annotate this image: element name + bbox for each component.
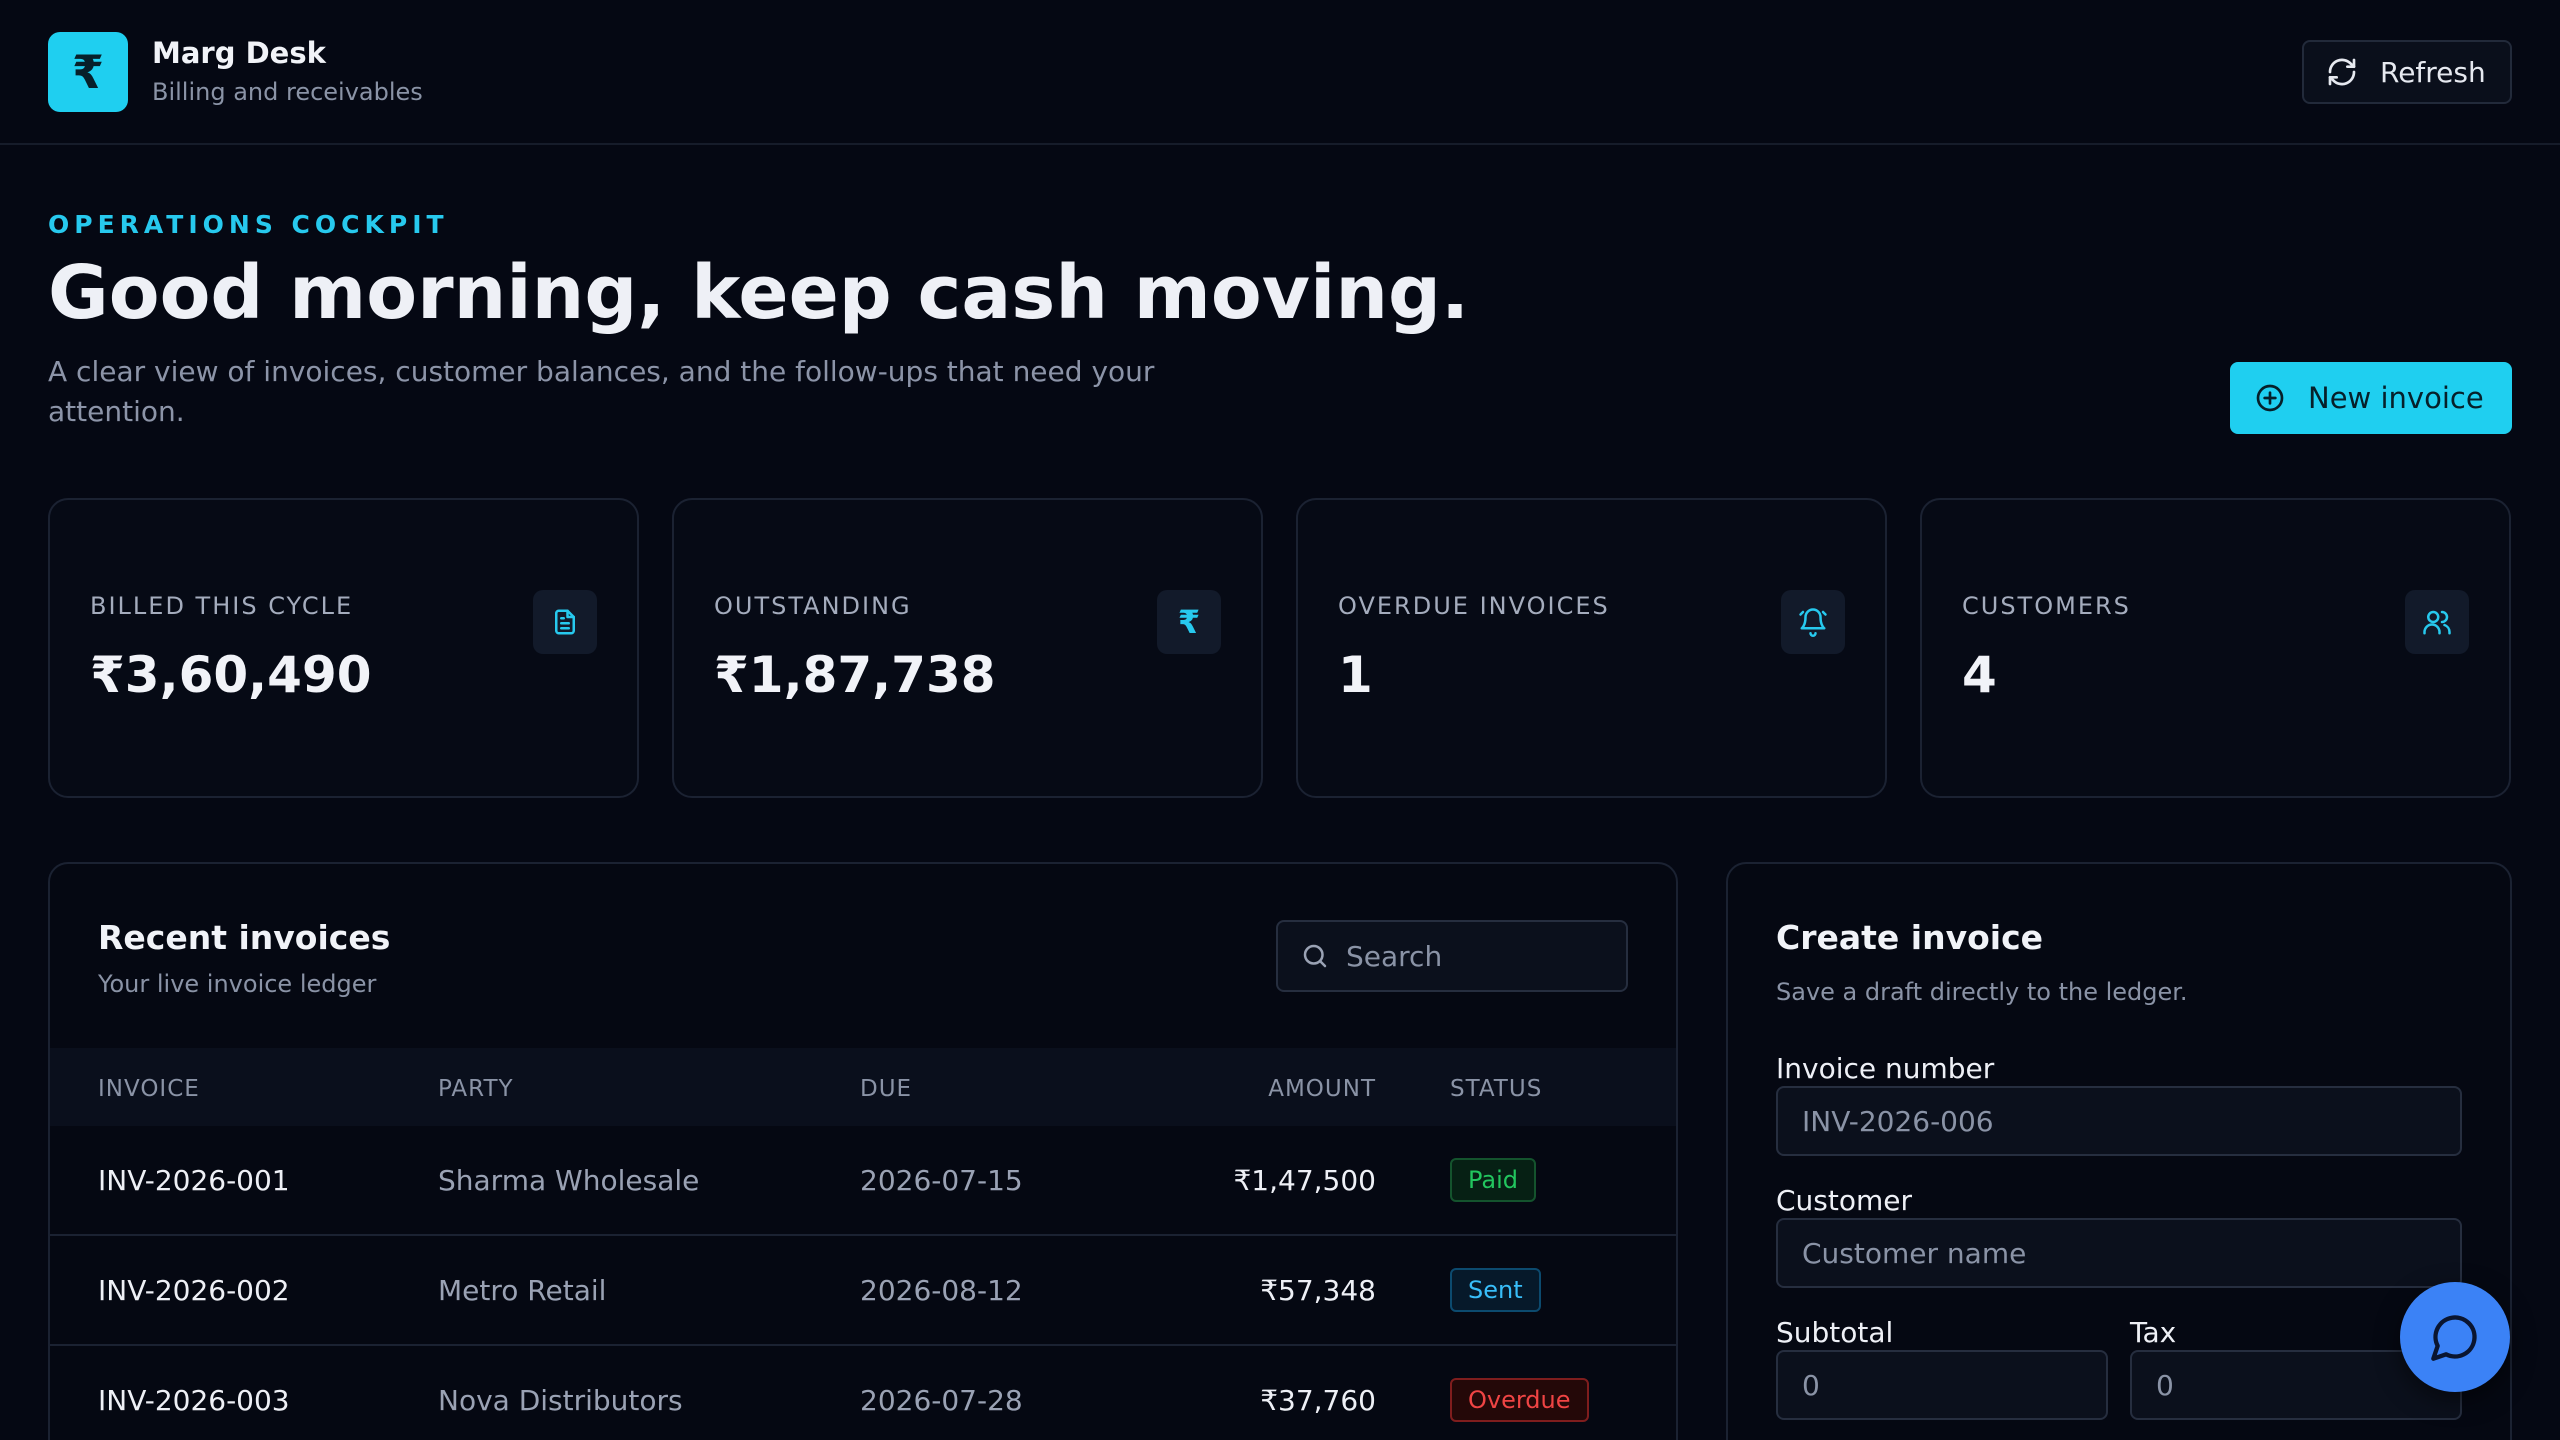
table-row[interactable]: INV-2026-003 Nova Distributors 2026-07-2… <box>50 1346 1676 1440</box>
section-eyebrow: OPERATIONS COCKPIT <box>48 210 449 239</box>
chat-button[interactable] <box>2400 1282 2510 1392</box>
invoice-party: Sharma Wholesale <box>438 1164 700 1197</box>
search-icon <box>1303 944 1327 968</box>
customer-field[interactable] <box>1776 1218 2462 1288</box>
customer-label: Customer <box>1776 1184 1913 1217</box>
app-header: ₹ Marg Desk Billing and receivables Refr… <box>0 0 2560 145</box>
stat-value: 1 <box>1338 646 1373 704</box>
status-badge: Paid <box>1450 1158 1537 1202</box>
new-invoice-label: New invoice <box>2308 381 2484 415</box>
bell-icon <box>1781 590 1845 654</box>
subtotal-label: Subtotal <box>1776 1316 1894 1349</box>
invoice-number-label: Invoice number <box>1776 1052 1995 1085</box>
search-box <box>1276 920 1628 992</box>
stat-value: 4 <box>1962 646 1997 704</box>
status-badge: Sent <box>1450 1268 1541 1312</box>
status-badge: Overdue <box>1450 1378 1589 1422</box>
plus-circle-icon <box>2256 384 2284 412</box>
panel-subtitle: Your live invoice ledger <box>98 970 377 998</box>
refresh-button[interactable]: Refresh <box>2302 40 2512 104</box>
chat-bubble-icon <box>2431 1315 2477 1361</box>
document-icon <box>533 590 597 654</box>
stat-card-billed: BILLED THIS CYCLE ₹3,60,490 <box>48 498 639 798</box>
search-input[interactable] <box>1346 939 1606 973</box>
stat-value: ₹1,87,738 <box>714 646 996 704</box>
app-name: Marg Desk <box>152 36 326 70</box>
column-header-invoice[interactable]: INVOICE <box>98 1076 200 1102</box>
stat-label: OUTSTANDING <box>714 592 912 620</box>
column-header-status[interactable]: STATUS <box>1450 1076 1542 1102</box>
invoice-number-field[interactable] <box>1776 1086 2462 1156</box>
refresh-label: Refresh <box>2380 55 2486 89</box>
stat-card-outstanding: OUTSTANDING ₹1,87,738 ₹ <box>672 498 1263 798</box>
recent-invoices-panel: Recent invoices Your live invoice ledger… <box>48 862 1678 1440</box>
column-header-party[interactable]: PARTY <box>438 1076 514 1102</box>
invoice-due: 2026-08-12 <box>860 1274 1023 1307</box>
invoice-number: INV-2026-001 <box>98 1164 290 1197</box>
rupee-icon: ₹ <box>1157 590 1221 654</box>
stat-label: CUSTOMERS <box>1962 592 2131 620</box>
invoice-number: INV-2026-002 <box>98 1274 290 1307</box>
stat-label: BILLED THIS CYCLE <box>90 592 354 620</box>
app-subtitle: Billing and receivables <box>152 78 423 106</box>
stat-card-overdue: OVERDUE INVOICES 1 <box>1296 498 1887 798</box>
invoice-number: INV-2026-003 <box>98 1384 290 1417</box>
page-description: A clear view of invoices, customer balan… <box>48 355 1155 428</box>
table-row[interactable]: INV-2026-002 Metro Retail 2026-08-12 ₹57… <box>50 1236 1676 1346</box>
new-invoice-button[interactable]: New invoice <box>2230 362 2512 434</box>
users-icon <box>2405 590 2469 654</box>
invoice-party: Metro Retail <box>438 1274 607 1307</box>
stat-card-customers: CUSTOMERS 4 <box>1920 498 2511 798</box>
invoice-amount: ₹57,348 <box>1260 1274 1376 1307</box>
invoice-amount: ₹37,760 <box>1260 1384 1376 1417</box>
stat-label: OVERDUE INVOICES <box>1338 592 1610 620</box>
panel-subtitle: Save a draft directly to the ledger. <box>1776 978 2188 1006</box>
invoice-due: 2026-07-28 <box>860 1384 1023 1417</box>
table-header: INVOICE PARTY DUE AMOUNT STATUS <box>50 1048 1676 1126</box>
panel-title: Create invoice <box>1776 918 2044 957</box>
column-header-due[interactable]: DUE <box>860 1076 912 1102</box>
panel-title: Recent invoices <box>98 918 391 957</box>
stat-value: ₹3,60,490 <box>90 646 372 704</box>
invoice-party: Nova Distributors <box>438 1384 683 1417</box>
table-row[interactable]: INV-2026-001 Sharma Wholesale 2026-07-15… <box>50 1126 1676 1236</box>
column-header-amount[interactable]: AMOUNT <box>1268 1076 1376 1102</box>
invoice-amount: ₹1,47,500 <box>1233 1164 1376 1197</box>
tax-label: Tax <box>2130 1316 2177 1349</box>
subtotal-field[interactable] <box>1776 1350 2108 1420</box>
rupee-logo-icon: ₹ <box>48 32 128 112</box>
page-title: Good morning, keep cash moving. <box>48 250 1470 336</box>
refresh-icon <box>2328 58 2356 86</box>
create-invoice-panel: Create invoice Save a draft directly to … <box>1726 862 2512 1440</box>
invoice-due: 2026-07-15 <box>860 1164 1023 1197</box>
